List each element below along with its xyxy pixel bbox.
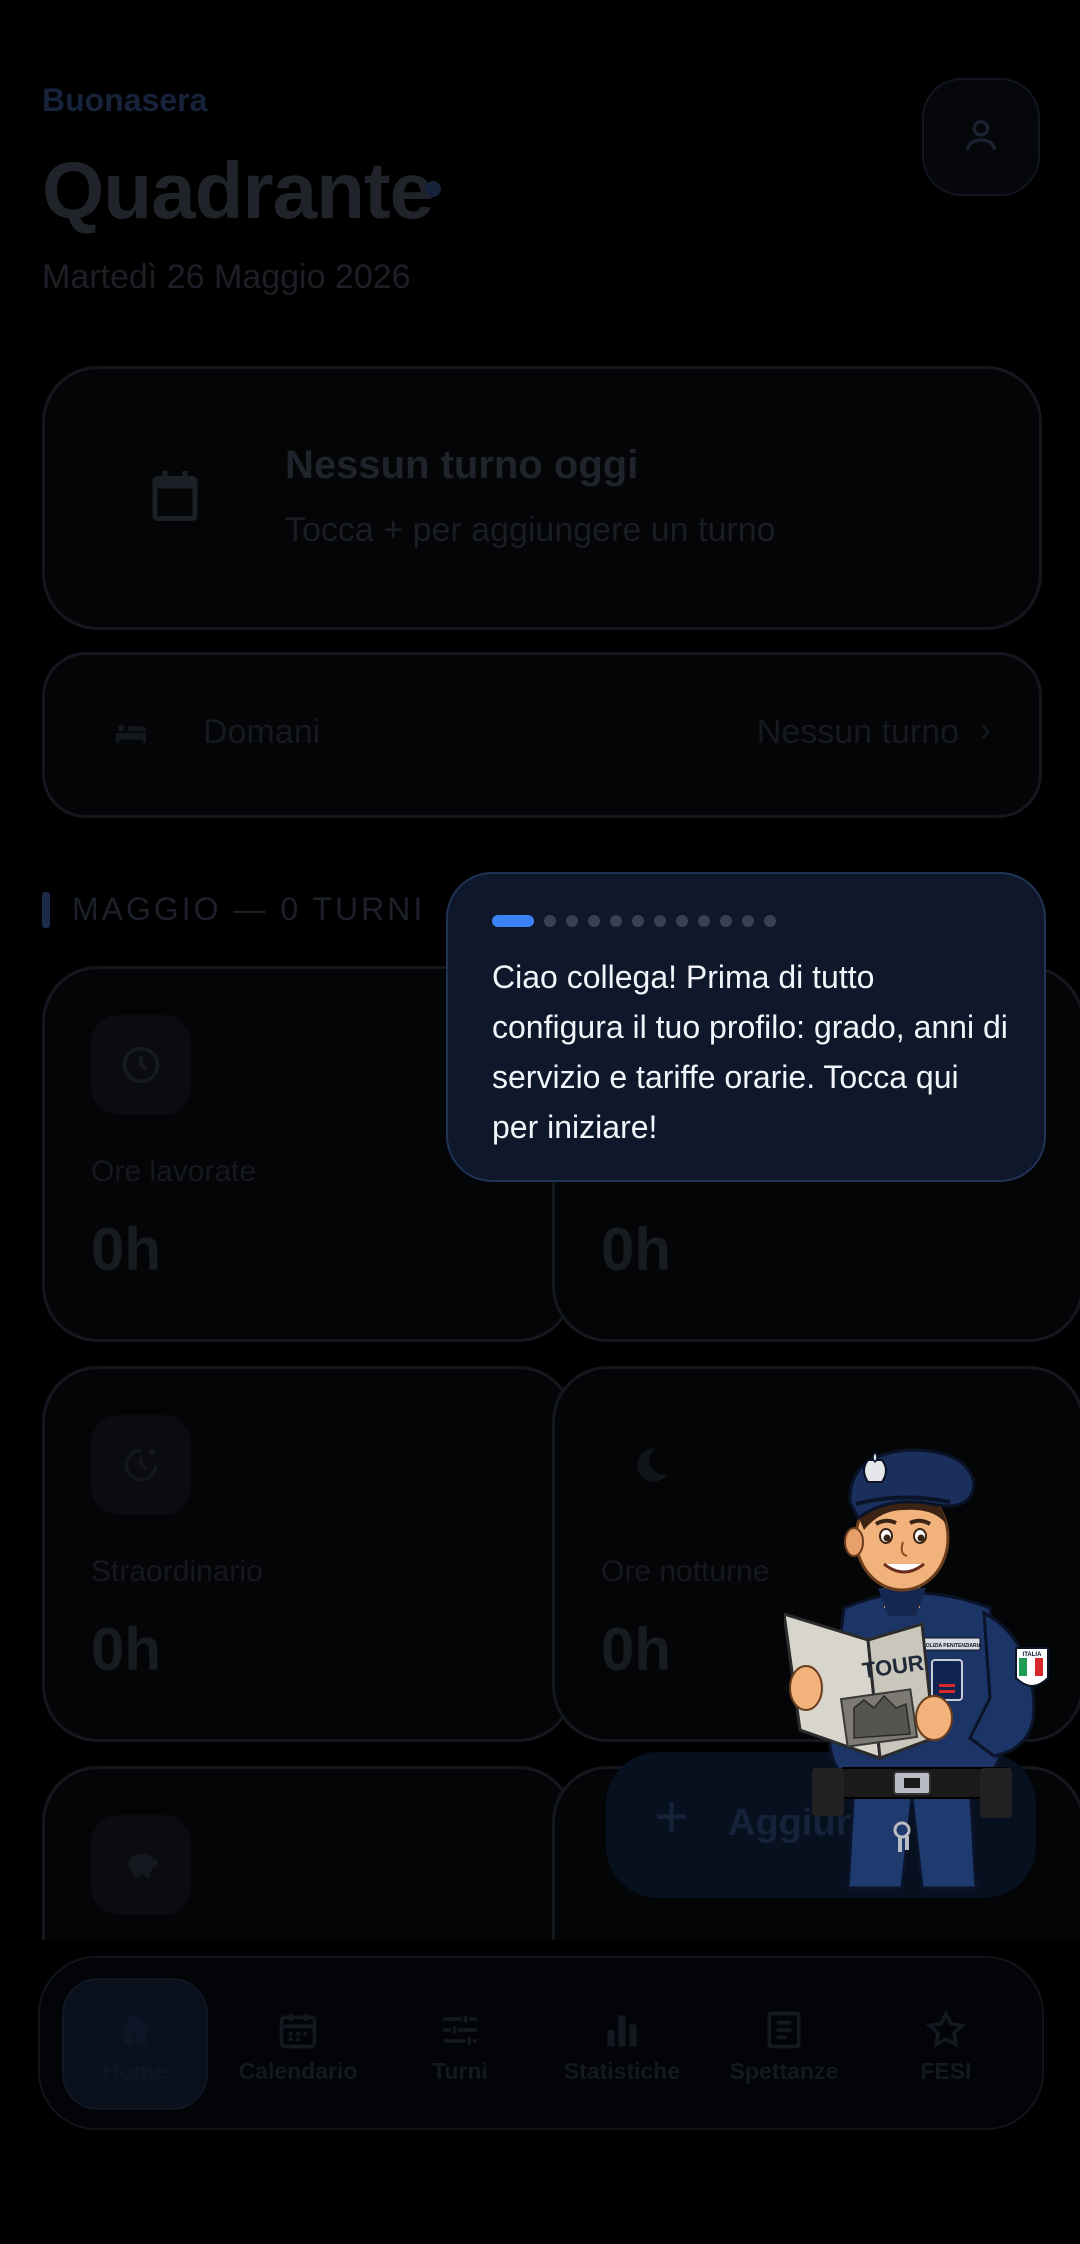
user-icon (966, 120, 996, 151)
nav-item-fesi[interactable]: FESI (866, 2008, 1026, 2085)
tour-step-indicator (492, 912, 786, 927)
nav-label: Turni (432, 2058, 488, 2084)
stat-label: Ore notturne (601, 1555, 770, 1588)
page-title: Quadrante (42, 146, 434, 235)
stat-card-overtime[interactable]: Straordinario 0h (42, 1366, 574, 1742)
step-dot (632, 914, 644, 927)
stat-value: 0h (601, 1616, 672, 1683)
calendar-icon (152, 471, 198, 521)
home-icon (118, 2013, 152, 2045)
officer-mascot-illustration: ITALIA POLIZIA PENITENZIARIA TOUR (784, 1448, 1049, 1890)
nav-item-calendario[interactable]: Calendario (218, 2008, 378, 2085)
step-dot (544, 914, 556, 927)
step-dot (764, 914, 776, 927)
tomorrow-value: Nessun turno (756, 713, 959, 751)
nav-label: Statistiche (563, 2058, 681, 2084)
step-dot (588, 914, 600, 927)
overtime-icon (124, 1448, 158, 1482)
receipt-icon (767, 2011, 801, 2049)
step-dot (654, 914, 666, 927)
greeting: Buonasera (42, 82, 208, 118)
step-dot (566, 914, 578, 927)
nav-item-spettanze[interactable]: Spettanze (704, 2008, 864, 2085)
nav-item-home[interactable]: Home (55, 2008, 215, 2085)
bar-chart-icon (607, 2015, 637, 2047)
calendar-icon (279, 2013, 317, 2049)
today-shift-title: Nessun turno oggi (285, 443, 639, 487)
step-dot (742, 914, 754, 927)
nav-label: FESI (920, 2058, 972, 2084)
nav-item-turni[interactable]: Turni (380, 2008, 540, 2085)
chevron-right-icon: › (979, 711, 991, 749)
tour-message: Ciao collega! Prima di tutto configura i… (492, 959, 1008, 1145)
italia-patch-text: ITALIA (1023, 1652, 1043, 1658)
stat-label: Straordinario (91, 1555, 263, 1588)
step-dot-active (492, 914, 534, 927)
current-date: Martedì 26 Maggio 2026 (42, 258, 411, 296)
stat-value: 0h (91, 1216, 162, 1283)
moon-icon (637, 1448, 668, 1482)
nav-item-statistiche[interactable]: Statistiche (542, 2008, 702, 2085)
step-dot (610, 914, 622, 927)
plus-icon: + (654, 1783, 690, 1850)
stat-value: 0h (91, 1616, 162, 1683)
profile-button[interactable] (922, 78, 1040, 196)
bottom-navigation: Home Calendario Turni Statistiche Spetta… (38, 1956, 1044, 2130)
tomorrow-shift-row[interactable]: Domani Nessun turno › (42, 652, 1042, 818)
stat-value: 0h (601, 1216, 672, 1283)
today-shift-subtitle: Tocca + per aggiungere un turno (285, 511, 776, 549)
bed-icon (116, 724, 146, 743)
month-accent-bar (42, 892, 50, 928)
step-dot (720, 914, 732, 927)
stat-label: Ore lavorate (91, 1155, 257, 1188)
step-dot (676, 914, 688, 927)
month-header: MAGGIO — 0 TURNI (72, 891, 426, 927)
piggy-bank-icon (128, 1853, 158, 1878)
nav-label: Spettanze (729, 2058, 839, 2084)
badge-text: POLIZIA PENITENZIARIA (922, 1643, 982, 1649)
step-dot (698, 914, 710, 927)
title-status-dot (425, 181, 441, 197)
star-icon (925, 2009, 967, 2048)
nav-label: Home (103, 2058, 167, 2084)
tomorrow-label: Domani (203, 713, 321, 751)
clock-icon (122, 1046, 160, 1084)
today-shift-card[interactable]: Nessun turno oggi Tocca + per aggiungere… (42, 366, 1042, 630)
tour-tooltip[interactable]: Ciao collega! Prima di tutto configura i… (446, 872, 1046, 1182)
sliders-icon (443, 2015, 477, 2045)
nav-label: Calendario (238, 2058, 358, 2084)
